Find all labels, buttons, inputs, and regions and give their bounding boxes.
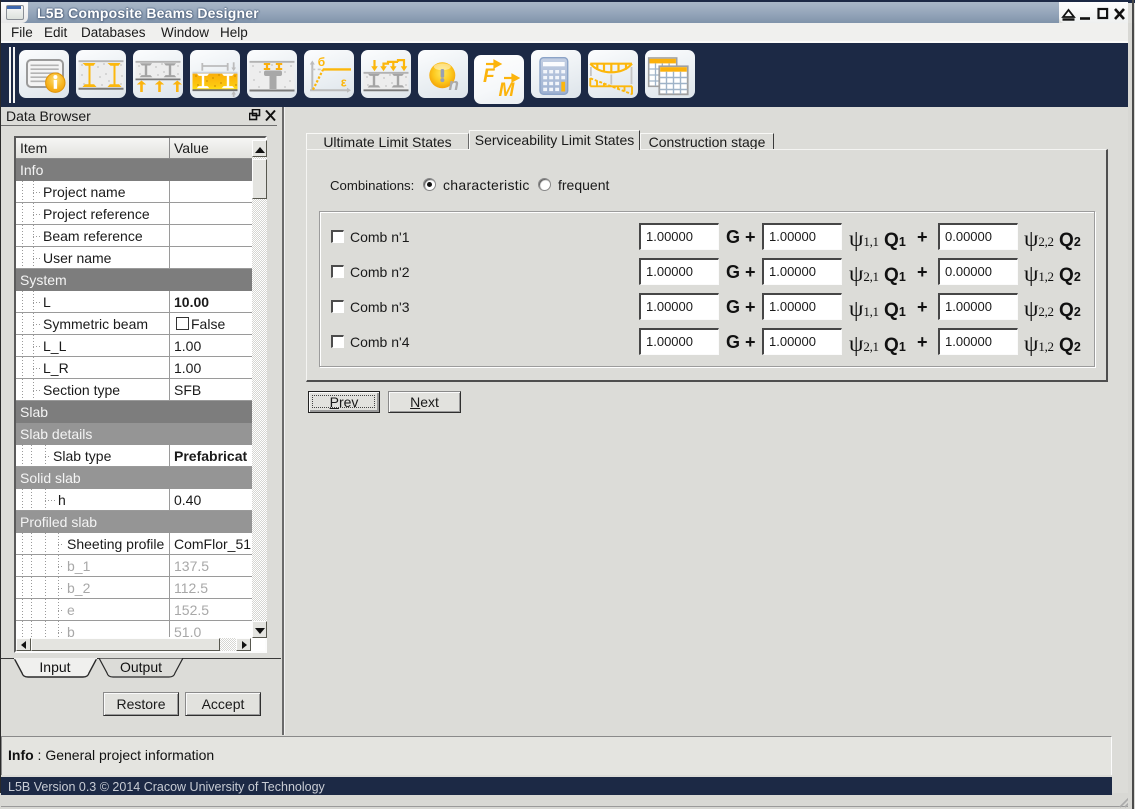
svg-text:ε: ε bbox=[341, 75, 347, 89]
svg-text:Input: Input bbox=[39, 659, 70, 675]
svg-text:M: M bbox=[499, 80, 516, 101]
svg-text:n: n bbox=[449, 75, 459, 94]
svg-text:F: F bbox=[483, 66, 496, 87]
svg-text:Output: Output bbox=[120, 659, 162, 675]
svg-text:б: б bbox=[318, 55, 325, 69]
